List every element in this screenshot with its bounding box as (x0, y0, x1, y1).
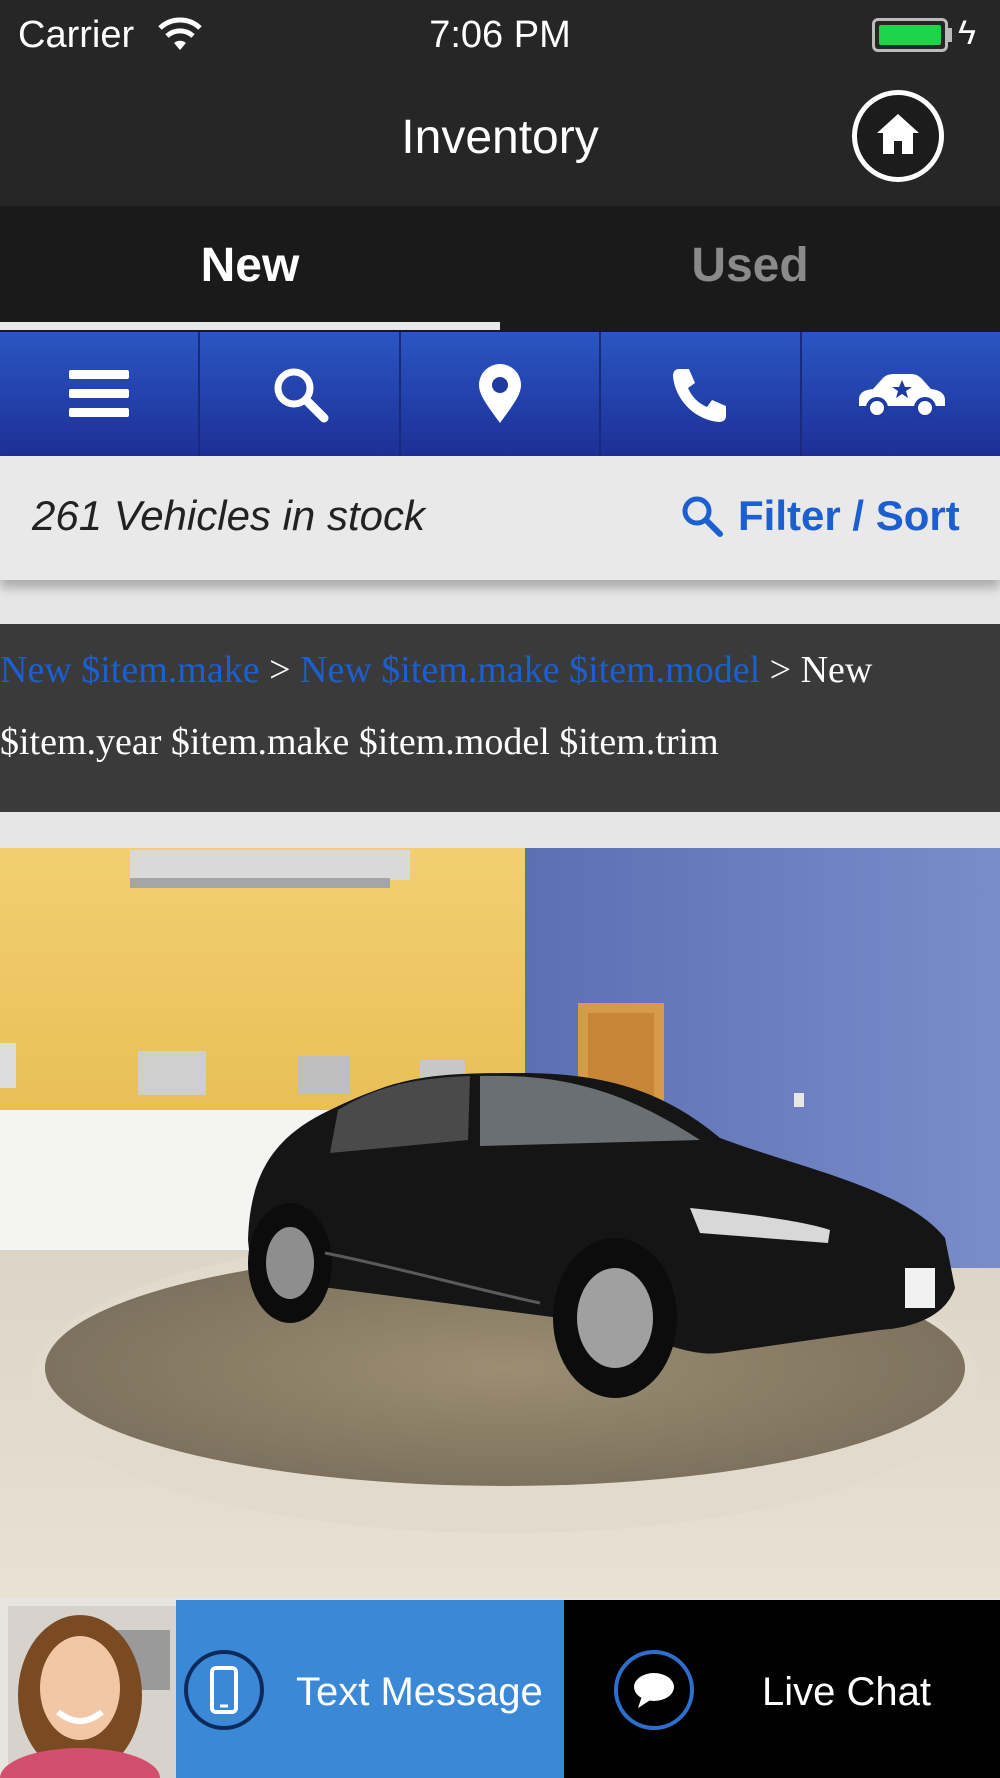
navigation-bar: Inventory (0, 80, 1000, 206)
breadcrumb-line-2: $item.year $item.make $item.model $item.… (0, 721, 719, 763)
battery-icon (872, 18, 948, 52)
live-chat-label: Live Chat (762, 1670, 931, 1714)
breadcrumb: New $item.make > New $item.make $item.mo… (0, 624, 1000, 812)
salesperson-photo (0, 1600, 176, 1778)
live-chat-button[interactable]: Live Chat (564, 1600, 1000, 1778)
search-icon (274, 368, 329, 423)
menu-icon (69, 370, 130, 417)
breadcrumb-separator: > (259, 649, 301, 691)
search-icon (682, 496, 723, 537)
status-bar: Carrier 7:06 PM ϟ (0, 0, 1000, 80)
home-button[interactable] (852, 90, 944, 182)
vehicle-count: 261 Vehicles in stock (32, 492, 425, 539)
breadcrumb-link-make[interactable]: New $item.make (0, 649, 260, 691)
contact-bar: Text Message Live Chat (0, 1600, 1000, 1778)
action-toolbar (0, 332, 1000, 456)
text-message-button[interactable]: Text Message (176, 1600, 564, 1778)
breadcrumb-current: New (800, 649, 873, 691)
tab-bar: New Used (0, 206, 1000, 332)
location-button[interactable] (401, 332, 602, 456)
vehicle-photo[interactable] (0, 848, 1000, 1598)
battery-tip (948, 28, 952, 42)
filter-sort-label: Filter / Sort (738, 492, 960, 539)
page-title: Inventory (401, 111, 599, 164)
car-button[interactable] (802, 332, 1000, 456)
car-icon (858, 374, 945, 418)
text-message-label: Text Message (296, 1670, 543, 1714)
active-tab-indicator (0, 322, 500, 330)
showroom-car-image (0, 848, 1000, 1598)
chat-bubble-icon (614, 1650, 694, 1730)
charging-icon: ϟ (958, 14, 976, 52)
breadcrumb-separator: > (760, 649, 801, 691)
call-button[interactable] (601, 332, 802, 456)
tab-used[interactable]: Used (500, 206, 1000, 332)
home-icon (877, 114, 919, 154)
tab-new[interactable]: New (0, 206, 500, 332)
stock-bar: 261 Vehicles in stock Filter / Sort (0, 456, 1000, 580)
filter-sort-button[interactable]: Filter / Sort (680, 492, 960, 540)
breadcrumb-link-model[interactable]: New $item.make $item.model (300, 649, 760, 691)
phone-icon (673, 369, 727, 422)
clock: 7:06 PM (429, 14, 571, 56)
location-pin-icon (479, 364, 522, 423)
search-button[interactable] (200, 332, 401, 456)
avatar (0, 1600, 176, 1778)
mobile-phone-icon (184, 1650, 264, 1730)
breadcrumb-line-1: New $item.make > New $item.make $item.mo… (0, 634, 1000, 706)
menu-button[interactable] (0, 332, 201, 456)
